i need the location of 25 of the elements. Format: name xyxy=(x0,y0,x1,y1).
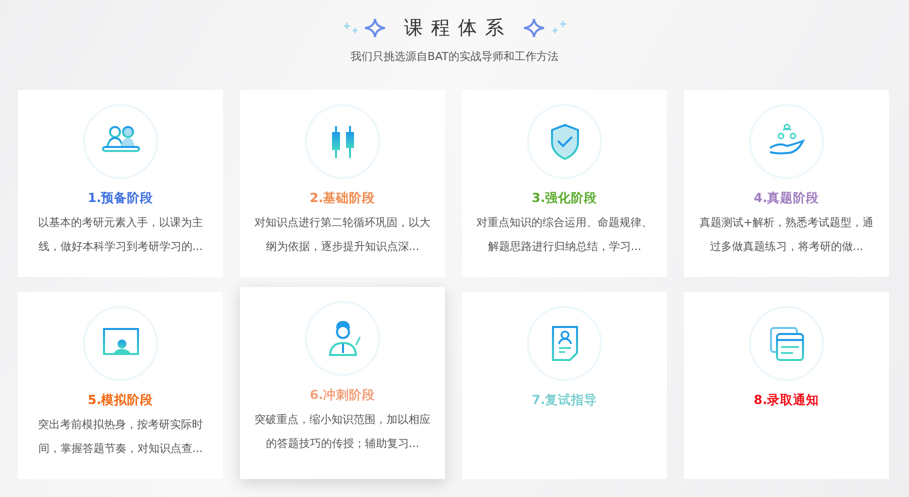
stage-card[interactable]: 2.基础阶段 对知识点进行第二轮循环巩固，以大纲为依据，逐步提升知识点深... xyxy=(240,90,445,277)
stage-title: 6.冲刺阶段 xyxy=(310,386,376,404)
stage-description: 对重点知识的综合运用、命题规律、解题思路进行归纳总结，学习... xyxy=(476,214,654,255)
stage-description: 突破重点，缩小知识范围，加以相应的答题技巧的传授；辅助复习... xyxy=(254,412,432,452)
stage-card[interactable]: 8.录取通知 xyxy=(684,292,889,479)
sparkle-icon xyxy=(342,18,388,38)
stage-description: 对知识点进行第二轮循环巩固，以大纲为依据，逐步提升知识点深... xyxy=(254,214,432,255)
stage-description: 真题测试+解析，熟悉考试题型，通过多做真题练习，将考研的做... xyxy=(698,214,875,255)
stage-title: 3.强化阶段 xyxy=(532,189,598,207)
stage-card[interactable]: 6.冲刺阶段 突破重点，缩小知识范围，加以相应的答题技巧的传授；辅助复习... xyxy=(240,287,445,479)
stage-card[interactable]: 5.模拟阶段 突出考前模拟热身，按考研实际时间，掌握答题节奏，对知识点查... xyxy=(18,292,223,479)
stage-description: 突出考前模拟热身，按考研实际时间，掌握答题节奏，对知识点查... xyxy=(37,416,204,457)
stage-card[interactable]: 4.真题阶段 真题测试+解析，熟悉考试题型，通过多做真题练习，将考研的做... xyxy=(684,90,889,277)
stage-title: 2.基础阶段 xyxy=(310,189,376,207)
stage-title: 5.模拟阶段 xyxy=(88,391,154,409)
stage-title: 4.真题阶段 xyxy=(754,189,820,207)
section-subtitle: 我们只挑选源自BAT的实战导师和工作方法 xyxy=(350,48,558,64)
stage-title: 7.复试指导 xyxy=(532,391,598,409)
stage-card[interactable]: 1.预备阶段 以基本的考研元素入手，以课为主线，做好本科学习到考研学习的... xyxy=(18,90,223,277)
section-title: 课 程 体 系 xyxy=(404,16,506,41)
stage-title: 1.预备阶段 xyxy=(88,189,154,207)
sparkle-icon xyxy=(521,18,568,38)
stage-title: 8.录取通知 xyxy=(754,391,820,409)
stage-description: 以基本的考研元素入手，以课为主线，做好本科学习到考研学习的... xyxy=(37,214,204,255)
stage-card[interactable]: 3.强化阶段 对重点知识的综合运用、命题规律、解题思路进行归纳总结，学习... xyxy=(462,90,667,277)
